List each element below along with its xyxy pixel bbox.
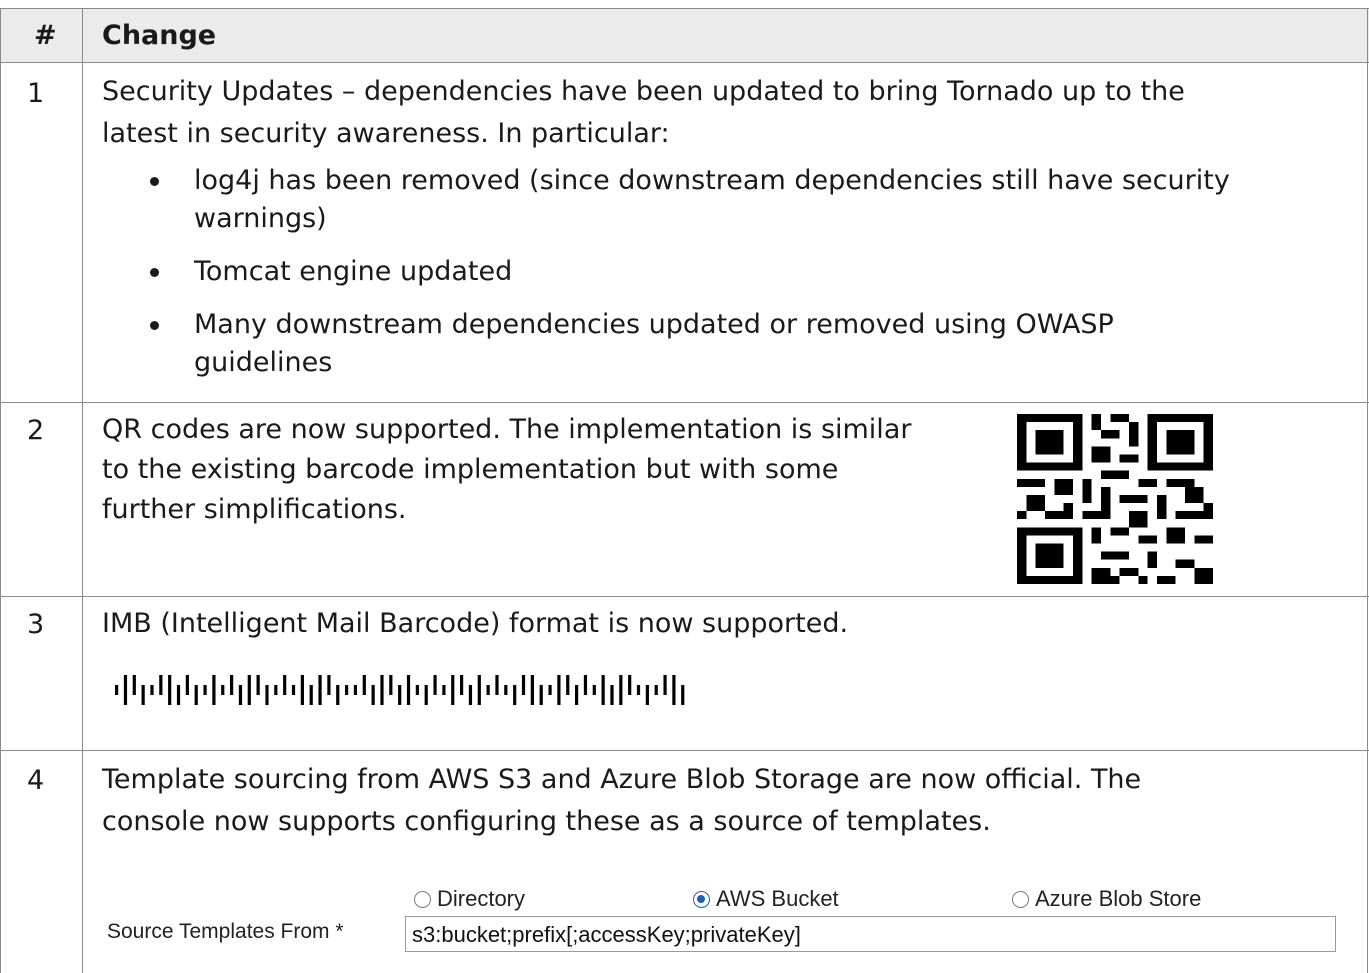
radio-aws-bucket[interactable]: AWS Bucket — [693, 886, 839, 912]
radio-label: Azure Blob Store — [1035, 886, 1202, 911]
row-text-line: IMB (Intelligent Mail Barcode) format is… — [102, 608, 849, 639]
row-text-line: to the existing barcode implementation b… — [102, 454, 839, 485]
release-notes-table: # Change 1 Security Updates – dependenci… — [0, 0, 1369, 973]
list-item-text: guidelines — [194, 347, 333, 378]
list-item: Many downstream dependencies updated or … — [140, 306, 1230, 382]
row-text-line: console now supports configuring these a… — [102, 806, 991, 837]
row-text-line: further simplifications. — [102, 494, 407, 525]
row-number: 1 — [27, 78, 45, 109]
row-number: 2 — [27, 415, 45, 446]
list-item-text: log4j has been removed (since downstream… — [194, 165, 1230, 196]
source-templates-input[interactable]: s3:bucket;prefix[;accessKey;privateKey] — [405, 916, 1336, 952]
bullet-icon — [150, 268, 159, 277]
row-text-line: latest in security awareness. In particu… — [102, 118, 670, 149]
list-item: Tomcat engine updated — [140, 253, 1230, 291]
bullet-list: log4j has been removed (since downstream… — [140, 162, 1230, 397]
radio-checked-icon[interactable] — [693, 890, 710, 908]
row-number: 4 — [27, 765, 45, 796]
bullet-icon — [150, 177, 159, 186]
list-item-text: Many downstream dependencies updated or … — [194, 309, 1114, 340]
radio-label: AWS Bucket — [716, 886, 839, 911]
header-change: Change — [102, 20, 217, 51]
radio-directory[interactable]: Directory — [414, 886, 525, 912]
bullet-icon — [150, 321, 159, 330]
qr-code-image — [1017, 414, 1213, 584]
row-text-line: QR codes are now supported. The implemen… — [102, 414, 912, 445]
radio-azure-blob-store[interactable]: Azure Blob Store — [1012, 886, 1201, 912]
intelligent-mail-barcode-image — [115, 675, 685, 705]
list-item-text: warnings) — [194, 203, 327, 234]
list-item-text: Tomcat engine updated — [194, 256, 513, 287]
radio-unchecked-icon[interactable] — [1012, 890, 1029, 908]
row-number: 3 — [27, 609, 45, 640]
row-text-line: Security Updates – dependencies have bee… — [102, 76, 1185, 107]
radio-label: Directory — [437, 886, 526, 911]
row-text-line: Template sourcing from AWS S3 and Azure … — [102, 764, 1142, 795]
source-templates-label: Source Templates From * — [107, 920, 344, 943]
radio-unchecked-icon[interactable] — [414, 890, 431, 908]
header-number: # — [34, 20, 57, 51]
list-item: log4j has been removed (since downstream… — [140, 162, 1230, 238]
